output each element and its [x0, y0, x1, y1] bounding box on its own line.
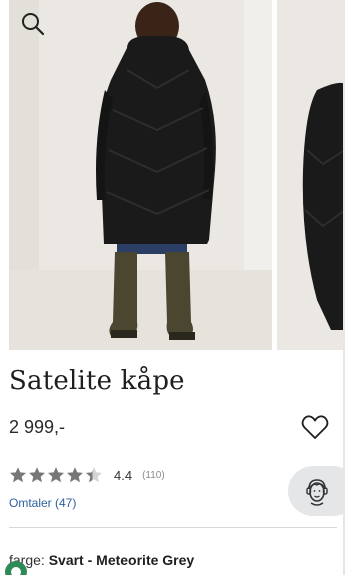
rating-stars: [9, 466, 103, 484]
product-image-main[interactable]: [9, 0, 272, 350]
search-icon: [22, 13, 45, 36]
customer-service-icon: [306, 479, 328, 506]
rating-count: (110): [142, 469, 165, 481]
brand-badge-icon: [2, 558, 30, 575]
star-icon: [86, 467, 102, 483]
product-price: 2 999,-: [9, 417, 66, 437]
star-icon: [48, 467, 64, 483]
star-icon: [29, 467, 45, 483]
star-icon: [67, 467, 83, 483]
search-button[interactable]: [20, 11, 46, 37]
reviews-link[interactable]: Omtaler (47): [9, 496, 76, 510]
star-icon: [10, 467, 26, 483]
rating-value: 4.4: [114, 467, 133, 483]
product-title: Satelite kåpe: [9, 366, 185, 396]
product-image-gallery[interactable]: [0, 0, 345, 350]
favorite-button[interactable]: [300, 412, 330, 442]
customer-service-button[interactable]: [288, 466, 345, 516]
product-rating[interactable]: 4.4 (110): [9, 463, 165, 487]
color-selection: farge: Svart - Meteorite Grey: [9, 552, 194, 568]
divider: [9, 527, 337, 528]
color-value: Svart - Meteorite Grey: [48, 552, 195, 568]
heart-outline-icon: [301, 415, 329, 439]
product-image-next[interactable]: [277, 0, 345, 350]
